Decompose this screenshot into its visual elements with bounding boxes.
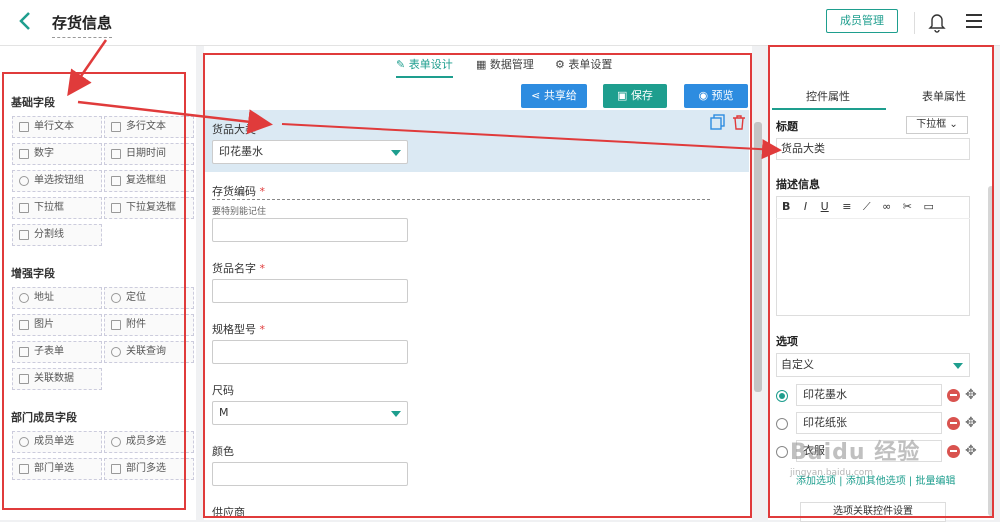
annotation-arrows bbox=[67, 39, 782, 160]
